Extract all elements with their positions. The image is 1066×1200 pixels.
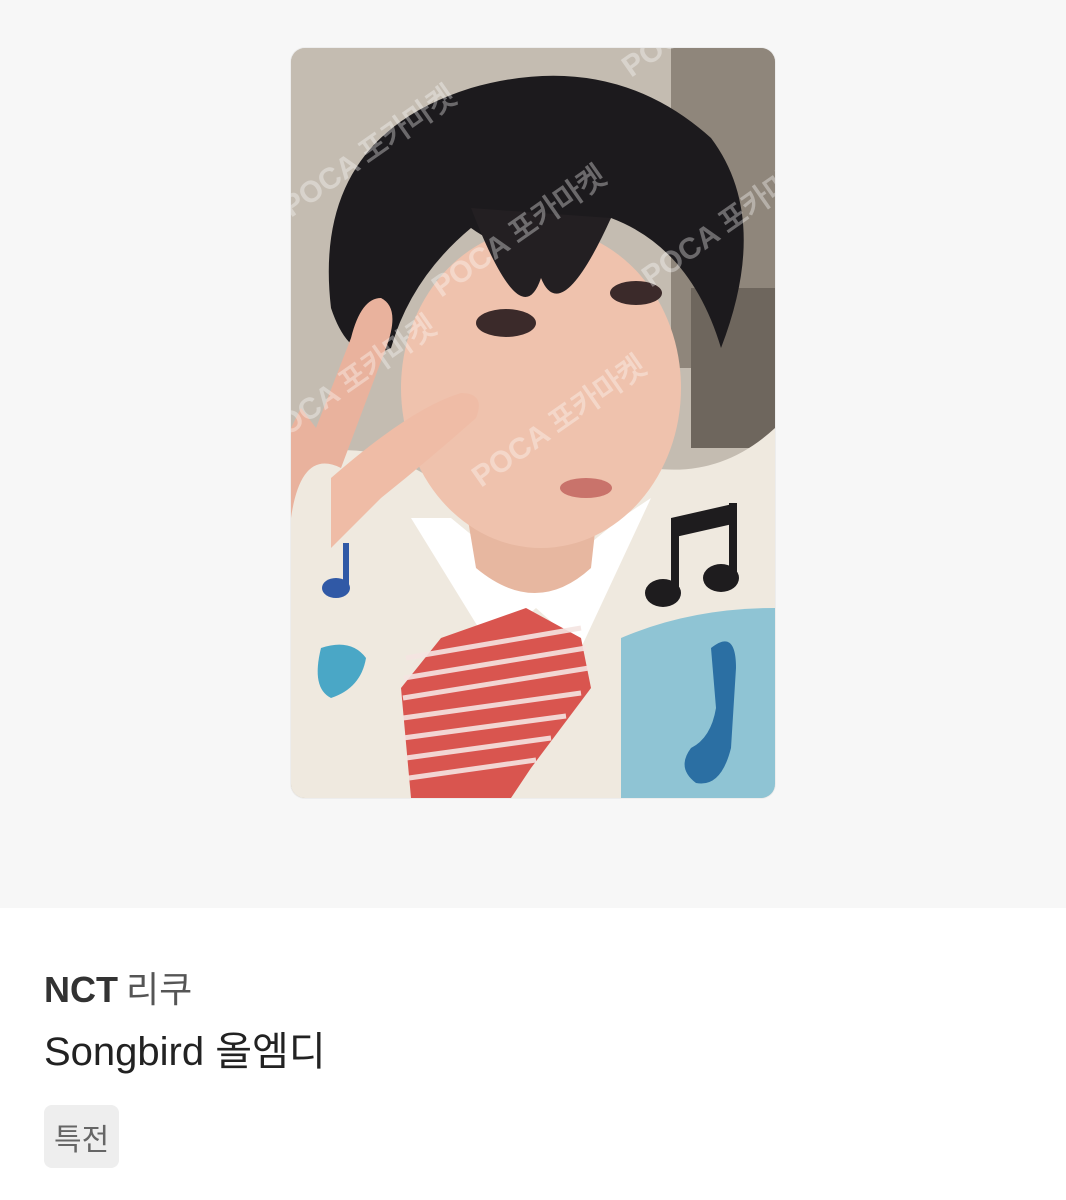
tag-badge: 특전: [44, 1105, 120, 1168]
product-info: NCT 리쿠 Songbird 올엠디 특전: [0, 908, 1066, 1200]
product-image-area: POCA 포카마켓 POCA 포카마켓 POCA 포카마켓 POCA 포카마켓 …: [0, 0, 1066, 908]
artist-group: NCT: [44, 969, 118, 1010]
photocard-illustration: POCA 포카마켓 POCA 포카마켓 POCA 포카마켓 POCA 포카마켓 …: [291, 48, 775, 798]
photocard-image[interactable]: POCA 포카마켓 POCA 포카마켓 POCA 포카마켓 POCA 포카마켓 …: [291, 48, 775, 798]
artist-line: NCT 리쿠: [44, 970, 192, 1010]
artist-member: 리쿠: [126, 969, 193, 1010]
product-title: Songbird 올엠디: [44, 1030, 326, 1074]
